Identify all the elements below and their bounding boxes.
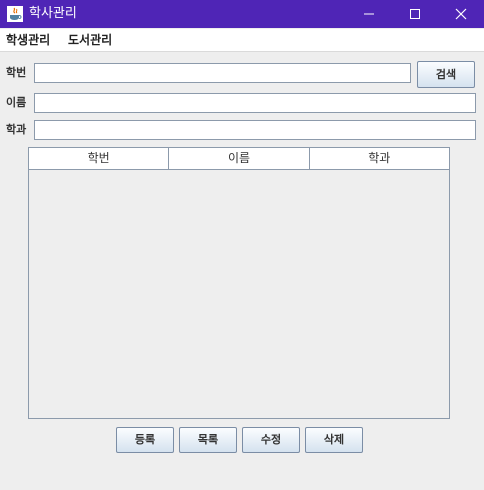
window-title: 학사관리 <box>29 6 77 21</box>
menu-bar: 학생관리 도서관리 <box>0 29 484 52</box>
search-button[interactable]: 검색 <box>417 61 475 88</box>
student-id-label: 학번 <box>6 66 27 79</box>
department-label: 학과 <box>6 123 27 136</box>
maximize-icon <box>410 9 420 19</box>
student-table[interactable]: 학번 이름 학과 <box>28 147 450 419</box>
close-icon <box>455 8 467 20</box>
register-button[interactable]: 등록 <box>116 427 174 453</box>
minimize-button[interactable] <box>346 0 392 28</box>
name-label: 이름 <box>6 96 27 109</box>
name-input[interactable] <box>34 93 476 113</box>
table-header: 학번 이름 학과 <box>29 148 449 170</box>
column-header-name[interactable]: 이름 <box>169 148 310 169</box>
minimize-icon <box>364 13 374 15</box>
column-header-student-id[interactable]: 학번 <box>29 148 170 169</box>
close-button[interactable] <box>438 0 484 28</box>
list-button[interactable]: 목록 <box>179 427 237 453</box>
student-id-input[interactable] <box>34 63 411 83</box>
edit-button[interactable]: 수정 <box>242 427 300 453</box>
menu-student-management[interactable]: 학생관리 <box>6 33 50 47</box>
column-header-department[interactable]: 학과 <box>310 148 449 169</box>
java-cup-icon <box>7 6 23 22</box>
app-window: 학사관리 학생관리 도서관리 학번 검색 이름 학과 학번 이름 학과 등록 목… <box>0 0 484 490</box>
menu-library-management[interactable]: 도서관리 <box>68 33 112 47</box>
department-input[interactable] <box>34 120 476 140</box>
maximize-button[interactable] <box>392 0 438 28</box>
delete-button[interactable]: 삭제 <box>305 427 363 453</box>
title-bar[interactable]: 학사관리 <box>0 0 484 28</box>
